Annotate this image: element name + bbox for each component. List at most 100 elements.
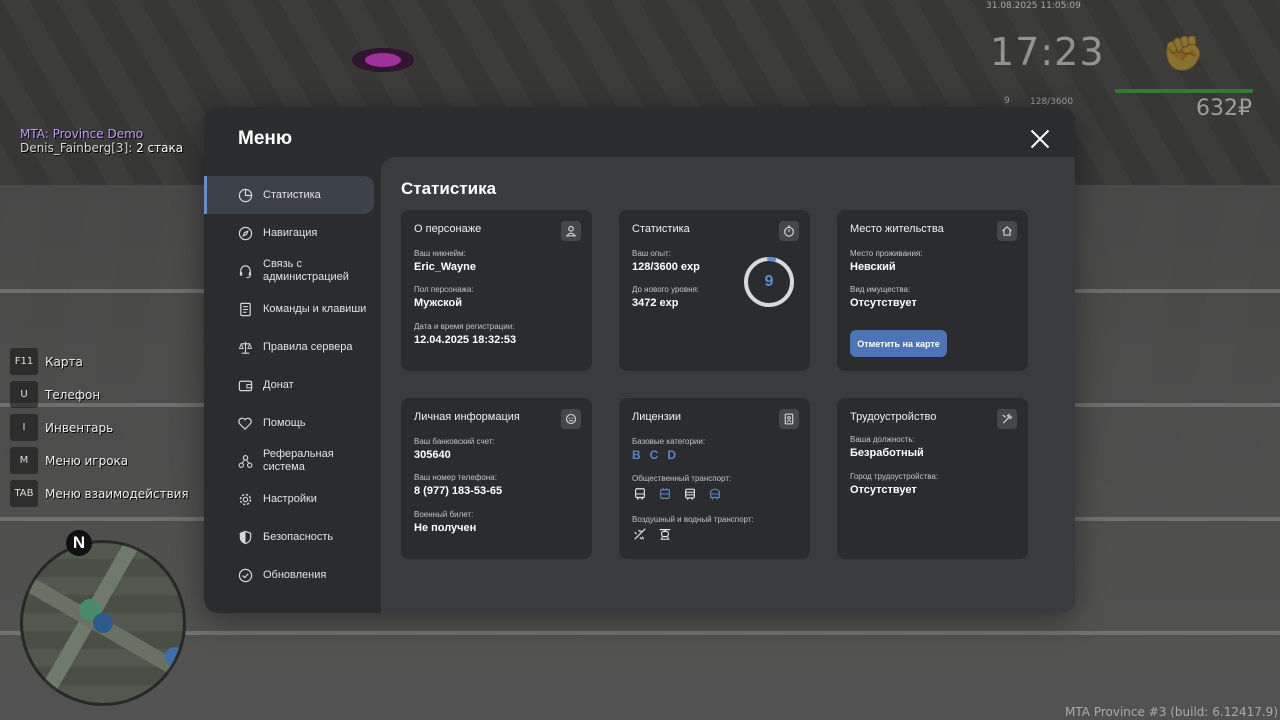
personal-info-card: Личная информация Ваш банковский счет: 3…: [401, 398, 592, 559]
sidebar-item-contact-admin[interactable]: Связь с администрацией: [204, 252, 380, 290]
hammer-icon: [997, 409, 1017, 429]
field-label: Ваш банковский счет:: [414, 437, 495, 446]
field-label: Военный билет:: [414, 510, 474, 519]
sidebar-item-label: Команды и клавиши: [263, 302, 367, 315]
sidebar-item-help[interactable]: Помощь: [204, 404, 380, 442]
key-badge: M: [10, 447, 38, 474]
level-number: 9: [764, 273, 774, 290]
sidebar-item-label: Обновления: [263, 568, 327, 581]
field-value: Отсутствует: [850, 297, 917, 309]
field-label: Базовые категории:: [632, 437, 706, 446]
sidebar-item-rules[interactable]: Правила сервера: [204, 328, 380, 366]
sidebar-item-referral[interactable]: Реферальная система: [204, 442, 380, 480]
field-label: Ваш никнейм:: [414, 249, 466, 258]
menu-title: Меню: [238, 128, 293, 149]
sidebar-item-donate[interactable]: Донат: [204, 366, 380, 404]
close-button[interactable]: [1030, 129, 1050, 149]
shield-icon: [237, 529, 253, 545]
field-label: Вид имущества:: [850, 285, 911, 294]
sidebar-item-settings[interactable]: Настройки: [204, 480, 380, 518]
field-label: Город трудоустройства:: [850, 472, 939, 481]
sidebar-item-label: Донат: [263, 378, 294, 391]
document-icon: [237, 301, 253, 317]
residence-place-field: Место проживания: Невский: [850, 249, 922, 273]
employment-card: Трудоустройство Ваша должность: Безработ…: [837, 398, 1028, 559]
field-value: 128/3600 exp: [632, 261, 700, 273]
network-icon: [237, 453, 253, 469]
residence-card: Место жительства Место проживания: Невск…: [837, 210, 1028, 371]
stats-card: Статистика Ваш опыт: 128/3600 exp До нов…: [619, 210, 810, 371]
hud-datetime: 31.08.2025 11:05:09: [986, 1, 1081, 11]
hud-money: 632₽: [1196, 96, 1252, 121]
license-categories: B C D: [632, 448, 676, 462]
field-label: Ваш опыт:: [632, 249, 671, 258]
military-id-field: Военный билет: Не получен: [414, 510, 476, 534]
license-category-c: C: [649, 448, 659, 462]
nickname-field: Ваш никнейм: Eric_Wayne: [414, 249, 476, 273]
sidebar-item-security[interactable]: Безопасность: [204, 518, 380, 556]
sidebar-item-label: Реферальная система: [263, 448, 334, 473]
bank-account-field: Ваш банковский счет: 305640: [414, 437, 495, 461]
wallet-icon: [237, 377, 253, 393]
key-hint-label: Инвентарь: [45, 420, 114, 435]
sidebar-item-navigation[interactable]: Навигация: [204, 214, 380, 252]
base-categories-label: Базовые категории:: [632, 437, 705, 446]
field-value: Невский: [850, 261, 896, 273]
field-label: Пол персонажа:: [414, 285, 474, 294]
card-title: Трудоустройство: [850, 411, 937, 423]
phone-field: Ваш номер телефона: 8 (977) 183-53-65: [414, 473, 502, 497]
chat-author: Denis_Fainberg[3]:: [20, 141, 133, 155]
field-value: 305640: [414, 449, 451, 461]
home-icon: [997, 221, 1017, 241]
gear-icon: [237, 491, 253, 507]
hud-time: 17:23: [990, 30, 1105, 74]
sidebar-item-label: Настройки: [263, 492, 317, 505]
licenses-card: Лицензии Базовые категории: B C D Общест…: [619, 398, 810, 559]
chat-message: 2 стака: [132, 141, 184, 155]
exp-field: Ваш опыт: 128/3600 exp: [632, 249, 700, 273]
check-circle-icon: [237, 567, 253, 583]
sidebar-item-label: Связь с администрацией: [263, 258, 349, 283]
character-card: О персонаже Ваш никнейм: Eric_Wayne Пол …: [401, 210, 592, 371]
minimap: [20, 540, 186, 706]
bus-icon: [632, 486, 647, 501]
sidebar-item-updates[interactable]: Обновления: [204, 556, 380, 594]
person-icon: [561, 221, 581, 241]
field-label: Дата и время регистрации:: [414, 322, 515, 331]
sidebar-item-label: Безопасность: [263, 530, 334, 543]
pie-chart-icon: [237, 187, 253, 203]
key-badge: I: [10, 414, 38, 441]
key-hint-inventory: I Инвентарь: [10, 411, 189, 444]
heart-icon: [237, 415, 253, 431]
field-value: 12.04.2025 18:32:53: [414, 334, 517, 346]
sidebar-item-statistics[interactable]: Статистика: [204, 176, 374, 214]
field-label: Общественный транспорт:: [632, 474, 732, 483]
sidebar-item-label: Правила сервера: [263, 340, 353, 353]
card-title: Место жительства: [850, 223, 944, 235]
public-transport-label: Общественный транспорт:: [632, 474, 731, 483]
field-label: Ваш номер телефона:: [414, 473, 497, 482]
card-title: Лицензии: [632, 411, 682, 423]
key-badge: F11: [10, 348, 38, 375]
face-icon: [561, 409, 581, 429]
field-label: Ваша должность:: [850, 435, 915, 444]
key-hint-label: Меню игрока: [45, 453, 129, 468]
key-hint-player-menu: M Меню игрока: [10, 444, 189, 477]
air-water-transport-label: Воздушный и водный транспорт:: [632, 515, 754, 524]
key-badge: TAB: [10, 480, 38, 507]
card-title: Личная информация: [414, 411, 520, 423]
registration-field: Дата и время регистрации: 12.04.2025 18:…: [414, 322, 516, 346]
employment-city-field: Город трудоустройства: Отсутствует: [850, 472, 938, 496]
chat-box: MTA: Province Demo Denis_Fainberg[3]: 2 …: [20, 127, 183, 155]
sidebar-item-commands[interactable]: Команды и клавиши: [204, 290, 380, 328]
level-progress-ring: 9: [743, 256, 795, 308]
field-label: Воздушный и водный транспорт:: [632, 515, 754, 524]
field-value: 3472 exp: [632, 297, 679, 309]
headset-icon: [237, 263, 253, 279]
hud-exp: 128/3600: [1030, 97, 1074, 107]
menu-window: Меню Статистика Навигация Связь с админи…: [204, 107, 1075, 613]
key-hint-label: Меню взаимодействия: [45, 486, 189, 501]
mark-on-map-button[interactable]: Отметить на карте: [850, 330, 947, 357]
menu-sidebar: Статистика Навигация Связь с администрац…: [204, 176, 380, 594]
field-value: 8 (977) 183-53-65: [414, 485, 503, 497]
